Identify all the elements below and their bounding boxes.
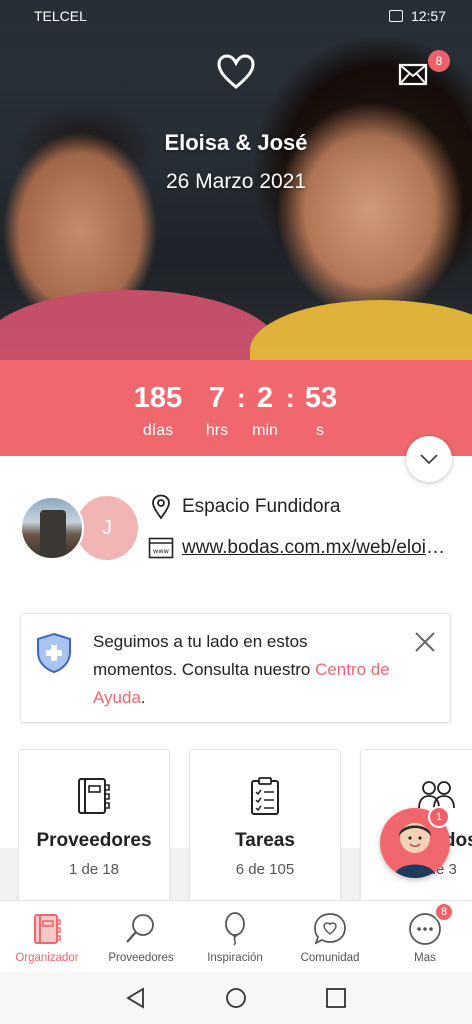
assistant-badge: 1 (428, 806, 450, 828)
clock-label: 12:57 (410, 8, 446, 24)
search-icon (126, 914, 154, 943)
countdown-days-label: días (142, 422, 174, 439)
battery-icon (388, 10, 403, 22)
nav-label: Inspiración (207, 952, 263, 964)
countdown-days: 185 (133, 382, 183, 414)
wedding-date: 26 Marzo 2021 (165, 170, 307, 193)
nav-organizador[interactable]: Organizador (0, 901, 94, 973)
countdown-banner: 185 7 : 2 : 53 días hrs min s (0, 360, 472, 456)
countdown-seconds-label: s (316, 422, 324, 439)
messages-badge: 8 (428, 50, 450, 72)
countdown-minutes-label: min (252, 422, 278, 439)
countdown-separator: : (237, 383, 246, 413)
balloon-icon (225, 912, 245, 946)
more-badge: 8 (434, 902, 454, 922)
card-proveedores[interactable]: Proveedores 1 de 18 (18, 749, 170, 909)
help-text: Seguimos a tu lado en estos momentos. Co… (93, 632, 316, 679)
recents-square-icon[interactable] (324, 986, 348, 1010)
carrier-label: TELCEL (34, 8, 87, 24)
heart-logo-icon (217, 54, 255, 89)
venue-row[interactable]: Espacio Fundidora (150, 494, 340, 520)
location-pin-icon (152, 494, 170, 520)
status-icons: 12:57 (388, 8, 446, 24)
nav-label: Comunidad (300, 952, 360, 964)
countdown-hours-label: hrs (205, 422, 229, 439)
website-link[interactable]: www.bodas.com.mx/web/eloisa-y-jose (182, 537, 450, 559)
nav-label: Mas (414, 952, 436, 964)
nav-label: Proveedores (108, 952, 174, 964)
organizer-notebook-icon (34, 914, 61, 944)
countdown-separator: : (286, 383, 295, 413)
venue-avatar[interactable] (20, 496, 84, 560)
card-subtitle: 6 de 105 (235, 861, 295, 878)
card-subtitle: 1 de 18 (68, 861, 120, 878)
shield-plus-icon (37, 632, 71, 674)
screen: TELCEL 12:57 8 Eloisa & José 26 Marzo 20… (0, 0, 472, 1024)
couple-names: Eloisa & José (164, 130, 308, 155)
card-title: Tareas (235, 830, 295, 851)
countdown-values: 185 7 : 2 : 53 (0, 382, 472, 418)
website-row[interactable]: www www.bodas.com.mx/web/eloisa-y-jose (148, 537, 458, 559)
system-nav-bar (0, 972, 472, 1024)
expand-button[interactable] (406, 436, 452, 482)
tasks-clipboard-icon (251, 777, 279, 815)
status-bar: TELCEL 12:57 (0, 0, 472, 32)
community-chat-heart-icon (314, 913, 346, 945)
help-card: Seguimos a tu lado en estos momentos. Co… (20, 613, 451, 723)
help-suffix: . (140, 688, 146, 707)
bottom-nav: Organizador Proveedores Inspiración Comu… (0, 900, 472, 972)
messages-icon[interactable] (398, 62, 432, 88)
close-icon[interactable] (413, 630, 437, 654)
nav-inspiracion[interactable]: Inspiración (188, 901, 282, 973)
venue-name: Espacio Fundidora (182, 496, 341, 517)
back-triangle-icon[interactable] (124, 986, 148, 1010)
svg-text:www: www (153, 547, 170, 555)
nav-comunidad[interactable]: Comunidad (283, 901, 377, 973)
help-message: Seguimos a tu lado en estos momentos. Co… (93, 628, 393, 712)
nav-label: Organizador (15, 952, 79, 964)
countdown-hours: 7 (208, 382, 226, 414)
venue-avatar-tower (40, 510, 66, 556)
home-circle-icon[interactable] (224, 986, 248, 1010)
countdown-minutes: 2 (256, 382, 274, 414)
card-title: Proveedores (36, 830, 152, 851)
chevron-down-icon (420, 454, 438, 465)
nav-mas[interactable]: Mas (378, 901, 472, 973)
vendors-notebook-icon (78, 778, 110, 814)
partner-avatar[interactable]: J (76, 496, 138, 560)
card-tareas[interactable]: Tareas 6 de 105 (189, 749, 341, 909)
nav-proveedores[interactable]: Proveedores (94, 901, 188, 973)
website-icon: www (148, 537, 174, 559)
countdown-seconds: 53 (304, 382, 338, 414)
